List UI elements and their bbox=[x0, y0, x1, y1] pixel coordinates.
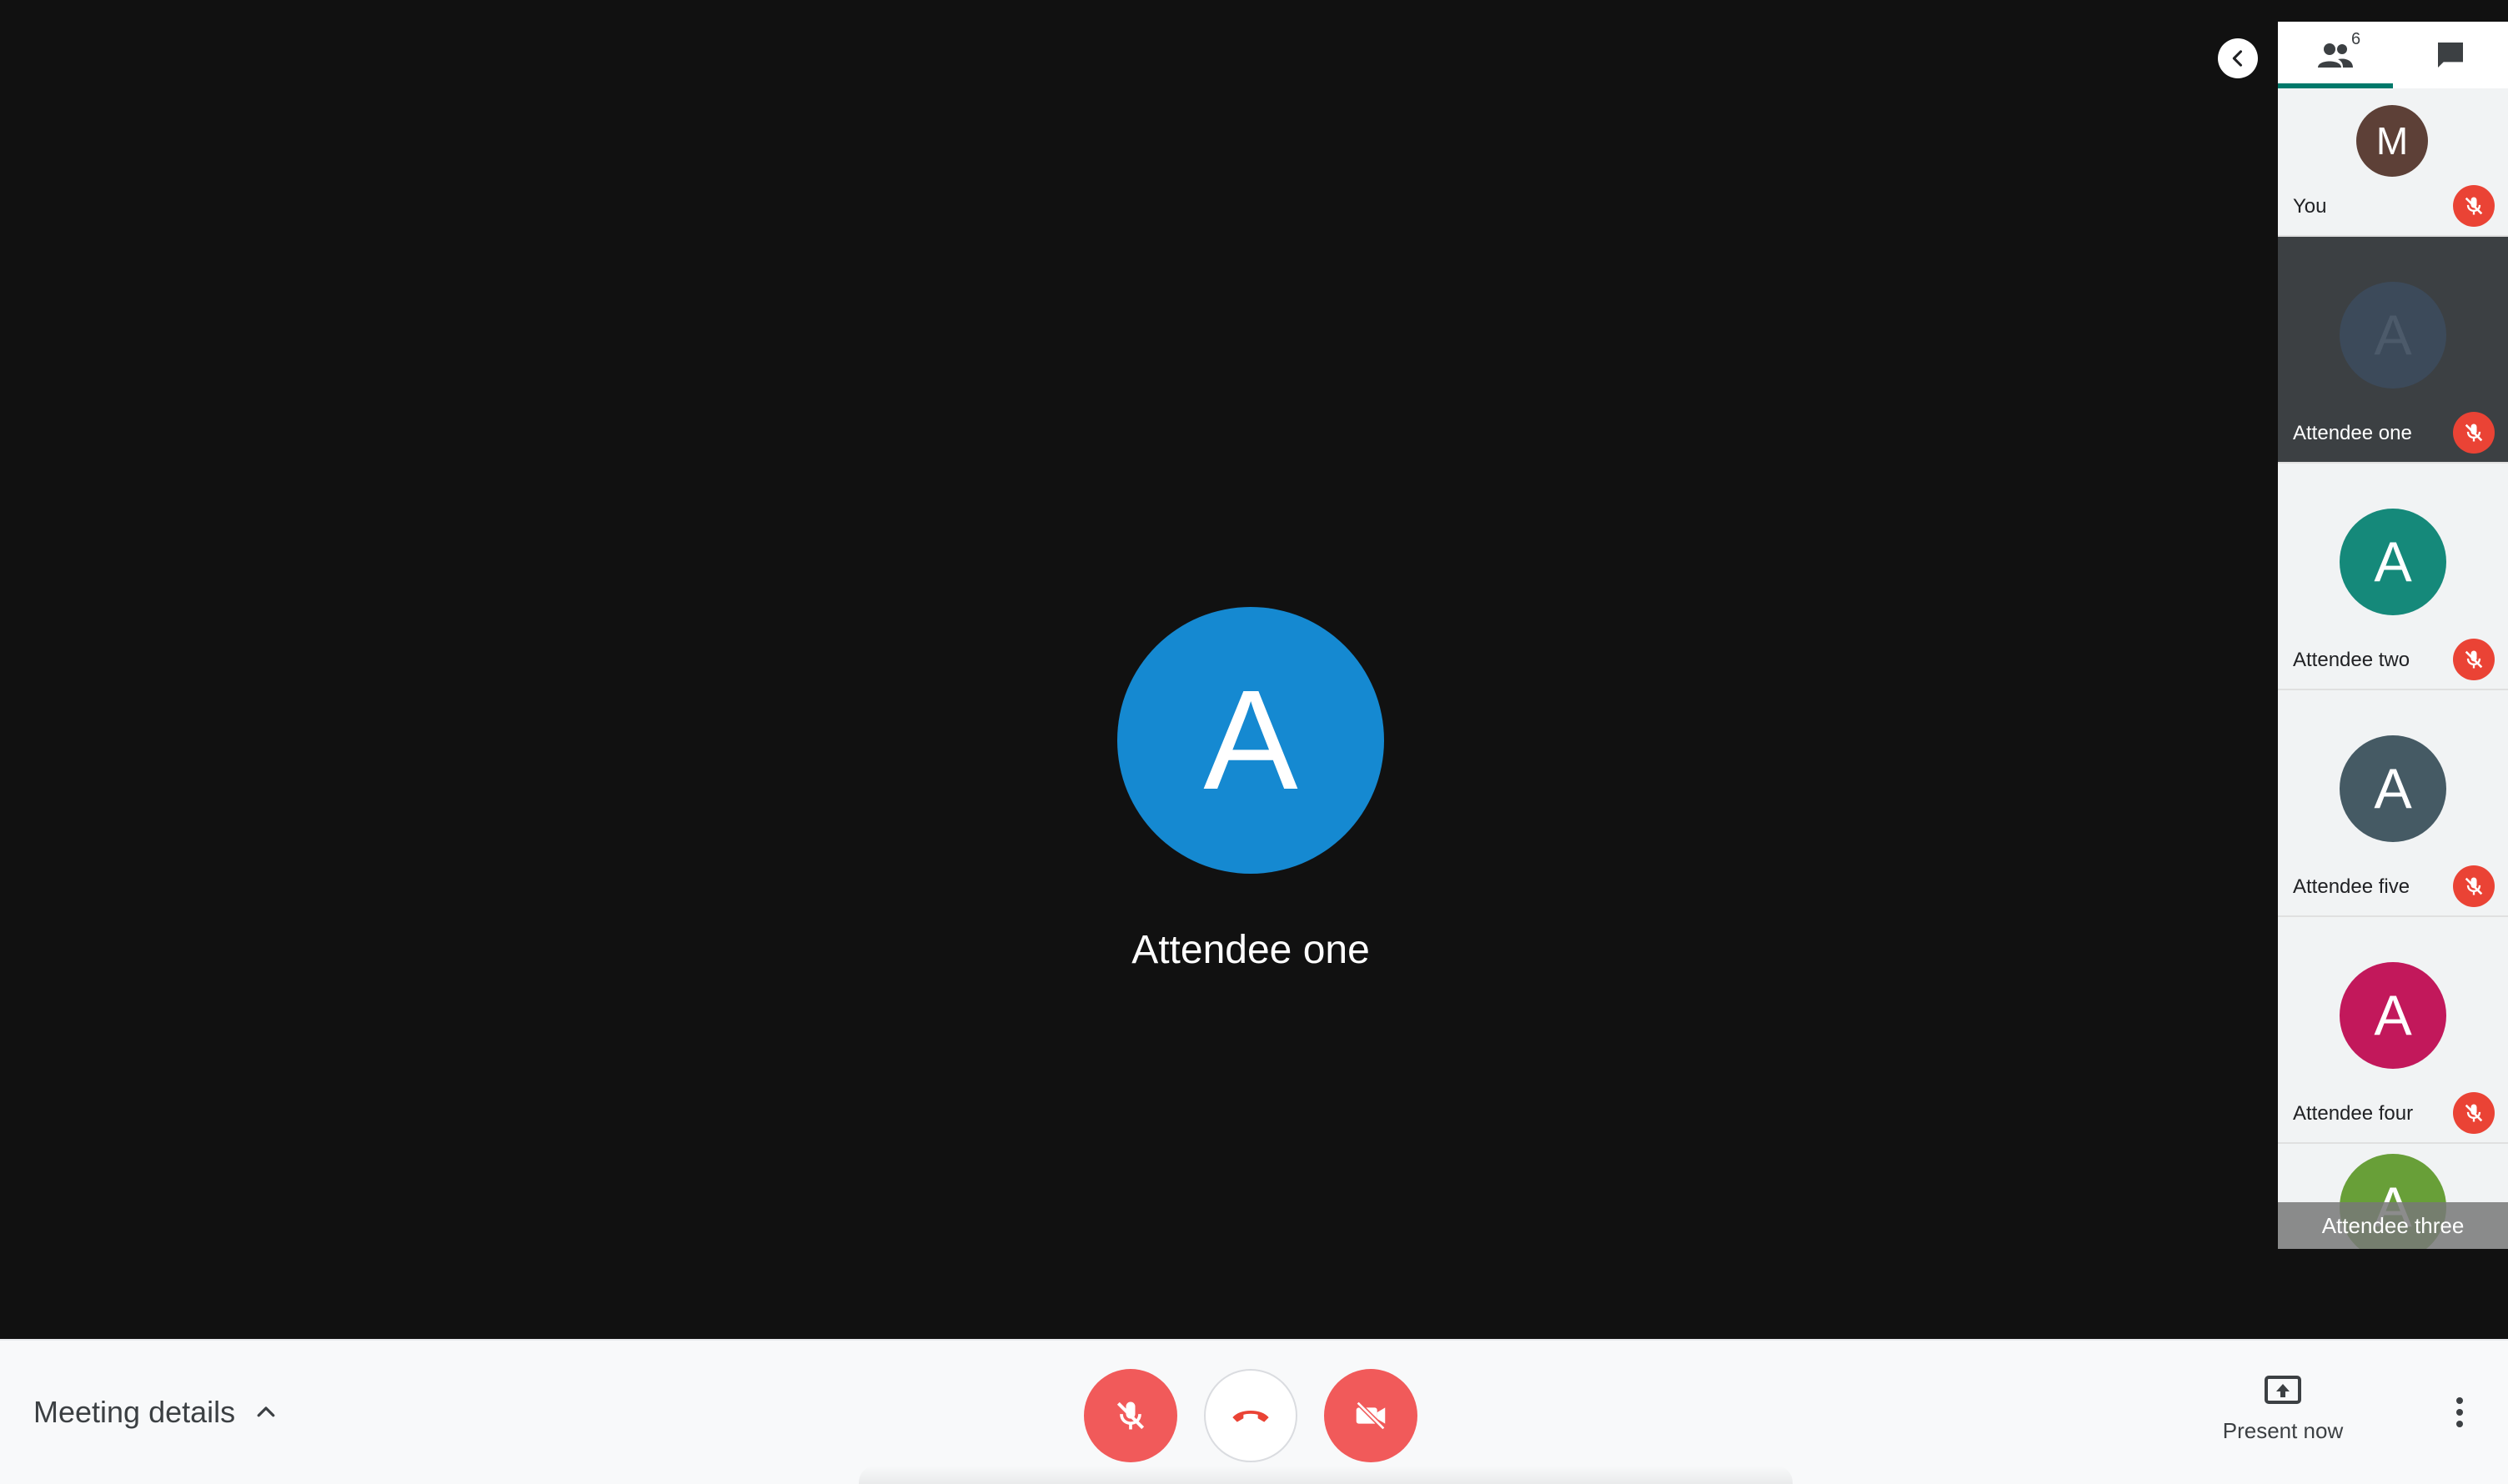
participant-name: Attendee two bbox=[2293, 649, 2410, 671]
participant-tile-attendee-four[interactable]: A Attendee four bbox=[2278, 917, 2508, 1144]
participant-name: You bbox=[2293, 195, 2327, 218]
avatar: A bbox=[2340, 735, 2446, 842]
avatar-initial: A bbox=[2374, 530, 2412, 594]
participant-tile-attendee-one[interactable]: A Attendee one bbox=[2278, 237, 2508, 464]
camera-off-icon bbox=[1356, 1401, 1386, 1431]
meeting-details-label: Meeting details bbox=[33, 1395, 236, 1429]
mic-off-icon bbox=[2465, 1104, 2483, 1122]
avatar-initial: A bbox=[2374, 303, 2412, 367]
participant-tile-attendee-three[interactable]: A Attendee three bbox=[2278, 1144, 2508, 1249]
participant-muted-indicator bbox=[2453, 639, 2495, 680]
mic-off-icon bbox=[2465, 877, 2483, 895]
participant-tile-attendee-five[interactable]: A Attendee five bbox=[2278, 690, 2508, 917]
tab-chat[interactable] bbox=[2393, 22, 2508, 88]
avatar: A bbox=[2340, 509, 2446, 615]
chevron-up-icon bbox=[257, 1406, 275, 1417]
panel-tabs: 6 bbox=[2278, 22, 2508, 88]
present-screen-icon bbox=[2265, 1376, 2301, 1404]
tab-people[interactable]: 6 bbox=[2278, 22, 2393, 88]
hangup-icon bbox=[1232, 1411, 1269, 1422]
participant-muted-indicator bbox=[2453, 865, 2495, 907]
mic-off-icon bbox=[2465, 650, 2483, 669]
participant-muted-indicator bbox=[2453, 1092, 2495, 1134]
present-now-button[interactable]: Present now bbox=[2200, 1374, 2366, 1444]
mic-toggle-button[interactable] bbox=[1084, 1369, 1177, 1462]
present-now-label: Present now bbox=[2222, 1418, 2344, 1443]
more-options-button[interactable] bbox=[2435, 1387, 2485, 1437]
meeting-details-button[interactable]: Meeting details bbox=[33, 1387, 278, 1437]
participant-muted-indicator bbox=[2453, 412, 2495, 454]
main-speaker-initial: A bbox=[1203, 661, 1298, 820]
participants-panel: 6 M You A Attendee one A Attendee two A … bbox=[2278, 22, 2508, 1249]
call-controls-bar: Meeting details Present now bbox=[0, 1339, 2508, 1484]
avatar: A bbox=[2340, 962, 2446, 1069]
avatar-initial: A bbox=[2374, 984, 2412, 1047]
camera-toggle-button[interactable] bbox=[1324, 1369, 1417, 1462]
chat-icon bbox=[2438, 43, 2463, 68]
chevron-left-icon bbox=[2232, 50, 2243, 67]
avatar: A bbox=[2340, 282, 2446, 389]
participant-name: Attendee four bbox=[2293, 1102, 2414, 1125]
avatar-initial: A bbox=[2374, 757, 2412, 820]
participant-tile-you[interactable]: M You bbox=[2278, 88, 2508, 237]
main-speaker-avatar: A bbox=[1117, 607, 1384, 874]
mic-off-icon bbox=[1116, 1401, 1145, 1430]
participant-tile-attendee-two[interactable]: A Attendee two bbox=[2278, 464, 2508, 690]
main-stage: A Attendee one 6 M You A Attendee one A … bbox=[0, 0, 2508, 1339]
participant-muted-indicator bbox=[2453, 185, 2495, 227]
main-speaker-name: Attendee one bbox=[1131, 928, 1370, 972]
participant-name: Attendee three bbox=[2278, 1202, 2508, 1249]
controls-shadow bbox=[859, 1466, 1793, 1484]
people-count-badge: 6 bbox=[2351, 30, 2361, 48]
collapse-panel-button[interactable] bbox=[2218, 38, 2258, 78]
mic-off-icon bbox=[2465, 424, 2483, 442]
participant-name: Attendee one bbox=[2293, 422, 2412, 444]
participant-name: Attendee five bbox=[2293, 875, 2410, 898]
mic-off-icon bbox=[2465, 197, 2483, 215]
avatar: M bbox=[2356, 105, 2428, 177]
avatar-initial: M bbox=[2375, 119, 2409, 163]
people-icon bbox=[2318, 43, 2353, 68]
hang-up-button[interactable] bbox=[1204, 1369, 1297, 1462]
more-vert-icon bbox=[2456, 1397, 2463, 1427]
